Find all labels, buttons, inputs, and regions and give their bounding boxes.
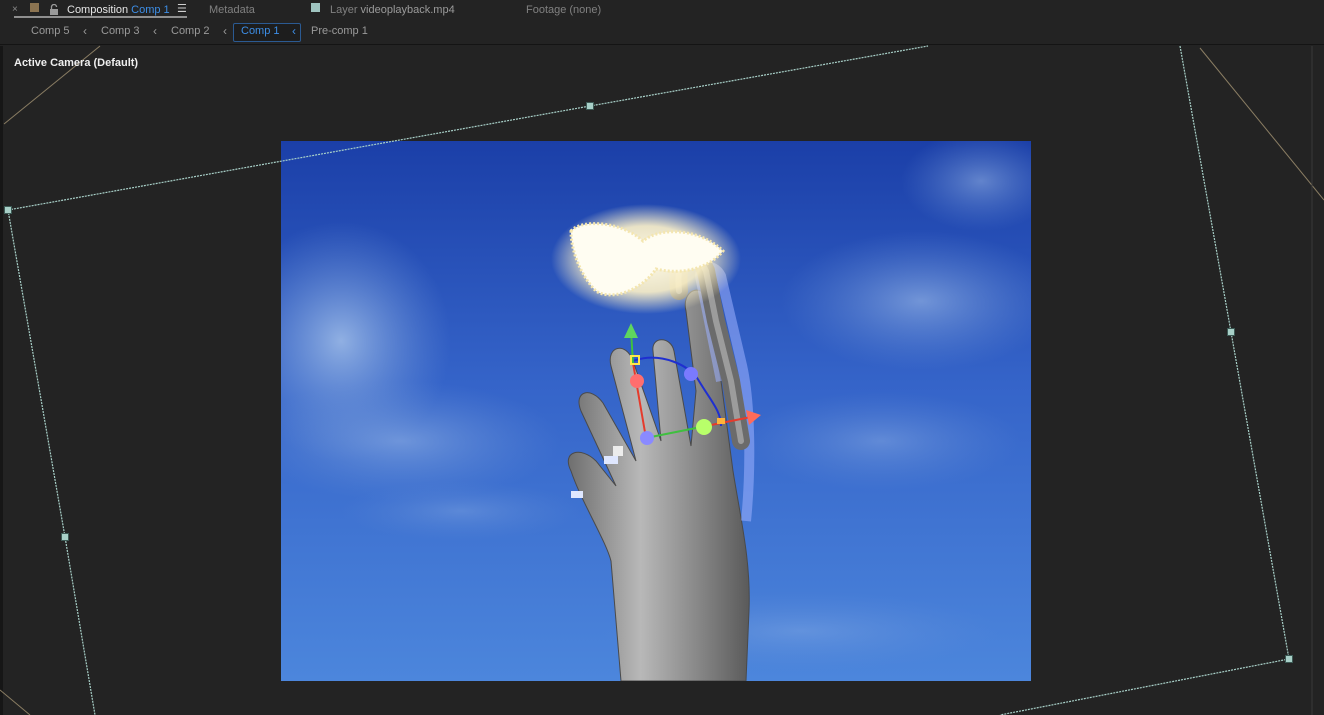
camera-frame-handle[interactable] (1227, 328, 1235, 336)
camera-frame-handle[interactable] (4, 206, 12, 214)
camera-frame-overlay (0, 45, 1324, 715)
camera-frame-handle[interactable] (586, 102, 594, 110)
active-camera-label: Active Camera (Default) (14, 57, 139, 69)
camera-frame-handle[interactable] (1285, 655, 1293, 663)
camera-frame-handle[interactable] (61, 533, 69, 541)
